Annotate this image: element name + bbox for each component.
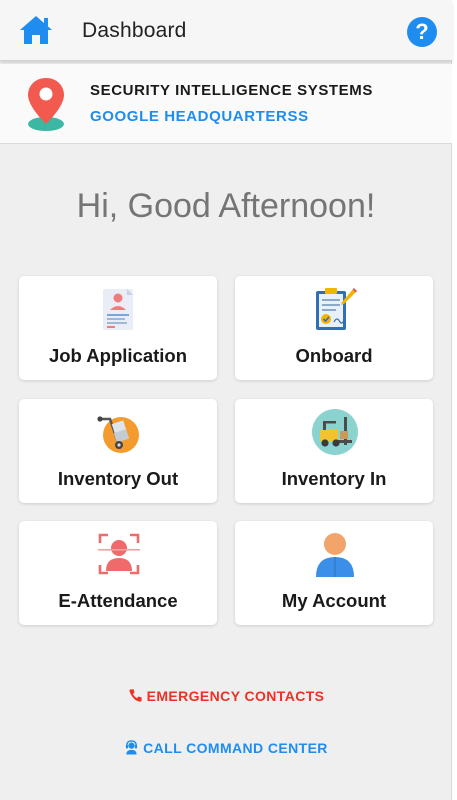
site-info-card: SECURITY INTELLIGENCE SYSTEMS GOOGLE HEA… [0,64,452,144]
clipboard-sign-icon [316,288,357,330]
page-title: Dashboard [82,19,187,42]
home-button[interactable] [18,14,54,46]
home-icon [20,16,52,44]
face-scan-icon [98,533,140,575]
help-button[interactable]: ? [407,17,437,47]
help-icon: ? [415,19,429,44]
tile-my-account[interactable]: My Account [235,521,433,625]
greeting-text: Hi, Good Afternoon! [76,187,376,225]
tile-label: Onboard [295,345,373,366]
tile-job-application[interactable]: Job Application [19,276,217,380]
site-location-link[interactable]: GOOGLE HEADQUARTERSS [90,108,309,125]
tile-inventory-in[interactable]: Inventory In [235,399,433,503]
forklift-icon [312,409,358,455]
call-command-center-link[interactable]: CALL COMMAND CENTER [0,740,452,756]
tile-label: My Account [281,590,387,611]
call-command-center-label: CALL COMMAND CENTER [143,740,328,756]
tile-inventory-out[interactable]: Inventory Out [19,399,217,503]
hand-truck-icon [97,416,139,453]
tile-e-attendance[interactable]: E-Attendance [19,521,217,625]
resume-document-icon [103,289,133,330]
emergency-contacts-link[interactable]: EMERGENCY CONTACTS [0,688,452,704]
company-name: SECURITY INTELLIGENCE SYSTEMS [90,82,373,99]
tile-onboard[interactable]: Onboard [235,276,433,380]
tile-label: E-Attendance [58,590,178,611]
headset-agent-icon [126,740,138,755]
tile-label: Inventory In [281,468,387,489]
user-avatar-icon [316,533,354,577]
tile-label: Job Application [48,345,188,366]
tile-label: Inventory Out [57,468,179,489]
app-screen: Dashboard ? SECURITY INTELLIGENCE SYSTEM… [0,0,452,800]
top-app-bar: Dashboard ? [0,0,452,61]
phone-icon [129,689,142,702]
emergency-contacts-label: EMERGENCY CONTACTS [146,688,325,704]
location-pin-icon [28,78,64,131]
